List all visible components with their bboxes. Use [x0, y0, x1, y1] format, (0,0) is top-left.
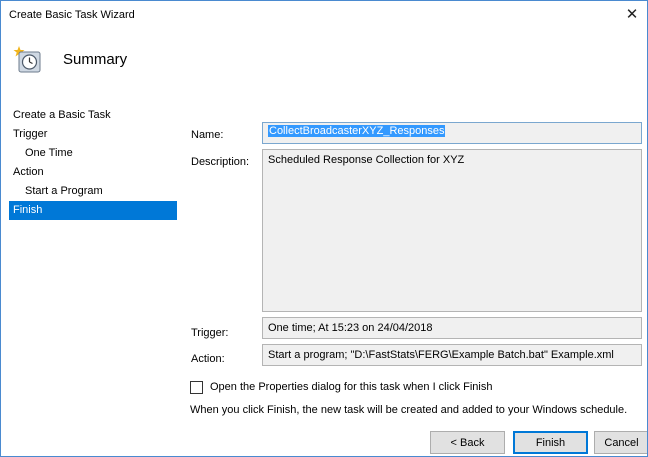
finish-button[interactable]: Finish: [513, 431, 588, 454]
name-field[interactable]: CollectBroadcasterXYZ_Responses: [262, 122, 642, 144]
wizard-header: Summary: [1, 29, 647, 91]
step-create-basic-task[interactable]: Create a Basic Task: [9, 106, 177, 125]
open-properties-label[interactable]: Open the Properties dialog for this task…: [210, 381, 492, 393]
button-bar: < Back Finish Cancel: [1, 429, 647, 456]
action-label: Action:: [191, 353, 225, 365]
name-label: Name:: [191, 129, 224, 141]
step-one-time[interactable]: One Time: [9, 144, 177, 163]
name-value: CollectBroadcasterXYZ_Responses: [268, 125, 446, 137]
window-title: Create Basic Task Wizard: [9, 9, 135, 21]
action-field[interactable]: Start a program; "D:\FastStats\FERG\Exam…: [262, 344, 642, 366]
close-button[interactable]: ✕: [617, 1, 647, 29]
description-field[interactable]: Scheduled Response Collection for XYZ: [262, 149, 642, 312]
step-start-a-program[interactable]: Start a Program: [9, 182, 177, 201]
open-properties-checkbox[interactable]: [190, 381, 203, 394]
step-action[interactable]: Action: [9, 163, 177, 182]
wizard-steps-nav: Create a Basic Task Trigger One Time Act…: [9, 106, 177, 220]
finish-info-text: When you click Finish, the new task will…: [190, 404, 628, 416]
trigger-label: Trigger:: [191, 327, 229, 339]
trigger-value: One time; At 15:23 on 24/04/2018: [268, 322, 433, 334]
action-value: Start a program; "D:\FastStats\FERG\Exam…: [268, 349, 614, 361]
back-button[interactable]: < Back: [430, 431, 505, 454]
step-trigger[interactable]: Trigger: [9, 125, 177, 144]
trigger-field[interactable]: One time; At 15:23 on 24/04/2018: [262, 317, 642, 339]
step-finish[interactable]: Finish: [9, 201, 177, 220]
description-value: Scheduled Response Collection for XYZ: [268, 154, 465, 166]
title-bar: Create Basic Task Wizard ✕: [1, 1, 647, 29]
description-label: Description:: [191, 156, 250, 168]
task-clock-icon: [13, 46, 41, 73]
cancel-button[interactable]: Cancel: [594, 431, 647, 454]
page-title: Summary: [63, 51, 128, 68]
wizard-window: Create Basic Task Wizard ✕ Summary Creat…: [0, 0, 648, 457]
